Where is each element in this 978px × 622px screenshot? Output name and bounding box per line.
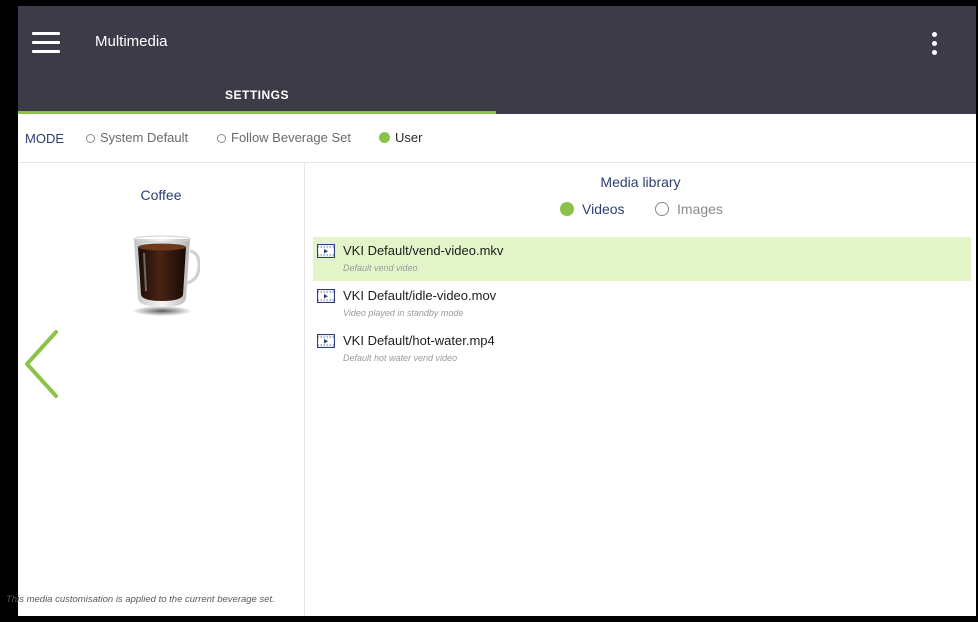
media-item[interactable]: VKI Default/hot-water.mp4 Default hot wa… xyxy=(313,327,971,371)
menu-icon[interactable] xyxy=(32,32,60,54)
radio-icon xyxy=(217,134,226,143)
media-item-description: Video played in standby mode xyxy=(343,308,464,318)
media-library-title: Media library xyxy=(600,174,681,190)
chevron-left-icon[interactable] xyxy=(22,329,62,399)
mode-option-label: System Default xyxy=(100,130,189,145)
video-file-icon xyxy=(317,289,335,303)
beverage-name: Coffee xyxy=(140,187,182,203)
media-item-name: VKI Default/hot-water.mp4 xyxy=(343,333,495,348)
radio-icon xyxy=(86,134,95,143)
mode-option-system-default[interactable]: System Default xyxy=(86,130,188,145)
filter-images[interactable]: Images xyxy=(655,201,723,217)
app-title: Multimedia xyxy=(95,33,168,50)
mode-option-label: Follow Beverage Set xyxy=(231,130,351,145)
media-item-name: VKI Default/idle-video.mov xyxy=(343,288,497,303)
media-item-name: VKI Default/vend-video.mkv xyxy=(343,243,504,258)
filter-label: Videos xyxy=(582,201,625,217)
mode-option-user[interactable]: User xyxy=(379,130,422,145)
mode-option-label: User xyxy=(395,130,423,145)
media-library-pane: Media library Videos Images VKI Default/… xyxy=(305,163,976,616)
mode-row: MODE System Default Follow Beverage Set … xyxy=(18,114,976,163)
footer-note: This media customisation is applied to t… xyxy=(6,594,275,605)
filter-label: Images xyxy=(677,201,723,217)
more-options-icon[interactable] xyxy=(930,30,940,60)
screen: Multimedia SETTINGS MODE System Default … xyxy=(18,6,976,616)
mode-option-follow-beverage-set[interactable]: Follow Beverage Set xyxy=(217,130,351,145)
media-item-description: Default hot water vend video xyxy=(343,353,458,363)
radio-icon xyxy=(655,202,669,216)
coffee-cup-icon xyxy=(132,235,200,316)
mode-label: MODE xyxy=(25,131,64,146)
tab-settings-label: SETTINGS xyxy=(224,88,289,102)
media-item[interactable]: VKI Default/idle-video.mov Video played … xyxy=(313,282,971,326)
media-item[interactable]: VKI Default/vend-video.mkv Default vend … xyxy=(313,237,971,281)
video-file-icon xyxy=(317,334,335,348)
radio-selected-icon xyxy=(560,202,574,216)
radio-selected-icon xyxy=(379,132,390,143)
filter-videos[interactable]: Videos xyxy=(560,201,625,217)
video-file-icon xyxy=(317,244,335,258)
tab-settings[interactable]: SETTINGS xyxy=(18,78,496,114)
beverage-pane: Coffee xyxy=(18,163,305,616)
media-item-description: Default vend video xyxy=(343,263,418,273)
app-bar: Multimedia SETTINGS xyxy=(18,6,976,114)
